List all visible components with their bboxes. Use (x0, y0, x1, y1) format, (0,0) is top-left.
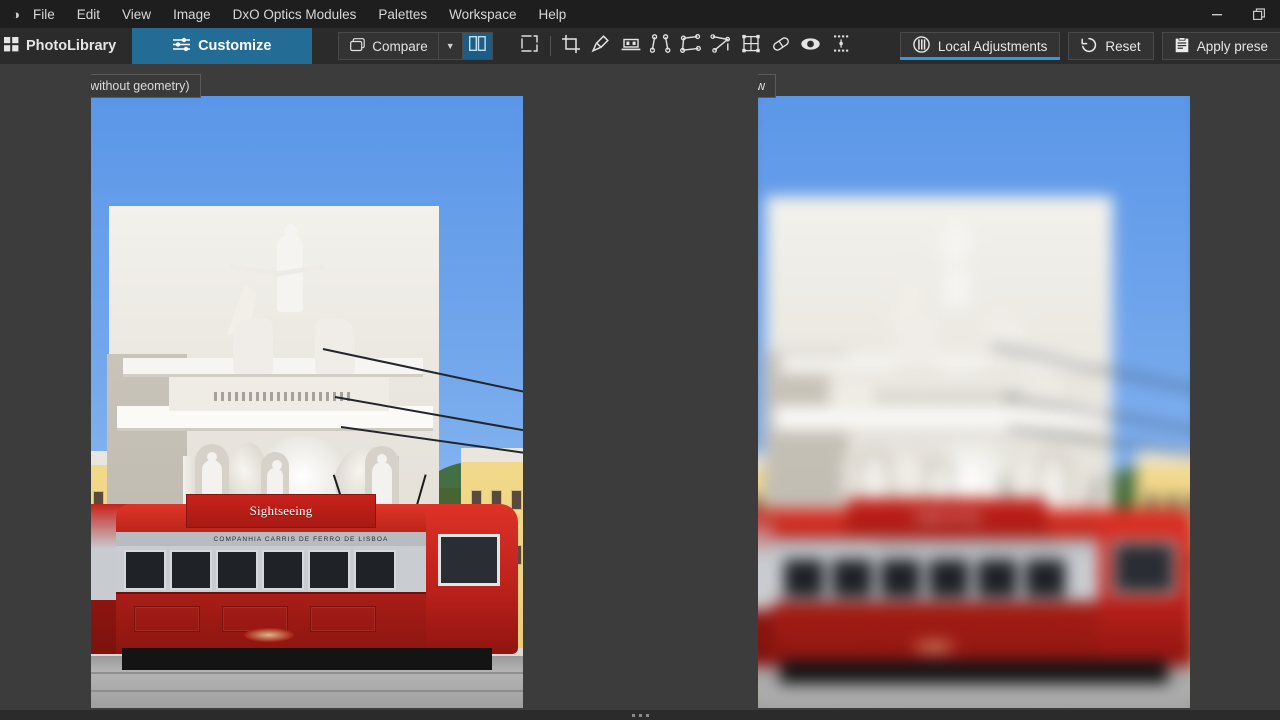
drag-handle-icon (638, 713, 642, 717)
menu-item-view[interactable]: View (111, 0, 162, 28)
dust-removal-tool-icon (831, 34, 851, 58)
tram-company-text: COMPANHIA CARRIS DE FERRO DE LISBOA (875, 542, 1060, 551)
tram-board-text: Sightseeing (249, 503, 313, 518)
eyedropper-tool-icon (591, 34, 610, 58)
preview-pane-label: Correction preview (758, 74, 777, 98)
minimize-button[interactable] (1196, 0, 1238, 28)
white-balance-tool[interactable] (586, 28, 616, 64)
split-view-icon (468, 35, 486, 56)
menubar: ◑ File Edit View Image DxO Optics Module… (0, 0, 1280, 28)
apply-preset-button[interactable]: Apply prese (1161, 32, 1280, 60)
vertical-perspective-tool[interactable] (646, 28, 676, 64)
eight-point-perspective-tool-icon (741, 34, 761, 58)
app-logo-icon: ◑ (12, 6, 20, 22)
split-view-toggle[interactable] (461, 33, 492, 59)
customize-label: Customize (198, 38, 272, 54)
fit-to-screen-icon (520, 35, 539, 57)
crowning-statue-group (890, 215, 1027, 373)
photolibrary-tab[interactable]: PhotoLibrary (0, 28, 132, 64)
menu-item-image[interactable]: Image (162, 0, 222, 28)
preview-toggle[interactable] (796, 28, 826, 64)
horizontal-perspective-tool[interactable] (676, 28, 706, 64)
arch-inscription (214, 392, 354, 401)
viewer-pane-original[interactable]: o corrections (without geometry) (91, 64, 523, 710)
preview-eye-icon (800, 37, 821, 56)
tram-company-text: COMPANHIA CARRIS DE FERRO DE LISBOA (213, 536, 389, 543)
tram-board-text: Sightseeing (913, 508, 980, 524)
menu-item-dxo-optics-modules[interactable]: DxO Optics Modules (222, 0, 368, 28)
lisbon-tram: Sightseeing COMPANHIA CARRIS DE FERRO DE… (758, 492, 1190, 694)
local-adjustments-icon (913, 36, 930, 56)
photolibrary-label: PhotoLibrary (26, 38, 117, 54)
repair-tool-icon (771, 35, 791, 58)
menu-item-palettes[interactable]: Palettes (367, 0, 438, 28)
rectangle-perspective-tool[interactable] (706, 28, 736, 64)
crop-tool-icon (561, 34, 581, 59)
menu-item-edit[interactable]: Edit (66, 0, 111, 28)
horizon-tool[interactable] (616, 28, 646, 64)
original-photo[interactable]: Sightseeing COMPANHIA CARRIS DE FERRO DE… (91, 96, 523, 708)
image-viewer: o corrections (without geometry) (0, 64, 1280, 710)
tram-advertising-board: Sightseeing (186, 494, 376, 528)
tab-customize[interactable]: Customize (132, 28, 313, 64)
viewer-pane-preview[interactable]: Correction preview (758, 64, 1190, 710)
local-adjustments-label: Local Adjustments (937, 38, 1048, 54)
horizontal-perspective-tool-icon (680, 34, 702, 58)
preview-photo[interactable]: Sightseeing COMPANHIA CARRIS DE FERRO DE… (758, 96, 1190, 708)
sliders-icon (173, 37, 191, 56)
toolbar: PhotoLibrary Customize Compare ▼ Local A… (0, 28, 1280, 64)
toolbar-divider (549, 36, 551, 56)
reset-button[interactable]: Reset (1068, 32, 1154, 60)
compare-dropdown-chevron-down-icon[interactable]: ▼ (437, 33, 462, 59)
bottom-panel-drag-handle[interactable] (0, 710, 1280, 720)
rectangle-perspective-tool-icon (710, 34, 731, 58)
tool-icon-bar (515, 28, 856, 64)
menu-item-file[interactable]: File (22, 0, 66, 28)
fit-to-screen-button[interactable] (515, 28, 545, 64)
dust-removal-tool[interactable] (826, 28, 856, 64)
grid-icon (4, 36, 19, 56)
reset-label: Reset (1105, 38, 1141, 54)
lisbon-tram: Sightseeing COMPANHIA CARRIS DE FERRO DE… (91, 488, 523, 680)
tram-advertising-board: Sightseeing (846, 498, 1047, 535)
menu-item-workspace[interactable]: Workspace (438, 0, 527, 28)
window-controls (1196, 0, 1280, 28)
drag-handle-icon (631, 713, 635, 717)
reset-icon (1081, 37, 1097, 56)
drag-handle-icon (645, 713, 649, 717)
compare-label: Compare (372, 38, 428, 54)
original-pane-label: o corrections (without geometry) (91, 74, 201, 98)
eight-point-perspective-tool[interactable] (736, 28, 766, 64)
menu-item-help[interactable]: Help (527, 0, 577, 28)
horizon-tool-icon (621, 36, 641, 57)
local-adjustments-button[interactable]: Local Adjustments (899, 32, 1061, 60)
toolbar-right-group: Local Adjustments Reset Apply prese (896, 28, 1280, 64)
preset-icon (1175, 36, 1189, 56)
crowning-statue-group (227, 224, 357, 374)
repair-tool[interactable] (766, 28, 796, 64)
crop-tool[interactable] (556, 28, 586, 64)
apply-preset-label: Apply prese (1196, 38, 1268, 54)
compare-button[interactable]: Compare (339, 33, 438, 59)
compare-control-group: Compare ▼ (338, 32, 493, 60)
arch-inscription (876, 391, 1024, 401)
vertical-perspective-tool-icon (650, 34, 671, 58)
copy-icon (350, 37, 366, 55)
restore-button[interactable] (1238, 0, 1280, 28)
